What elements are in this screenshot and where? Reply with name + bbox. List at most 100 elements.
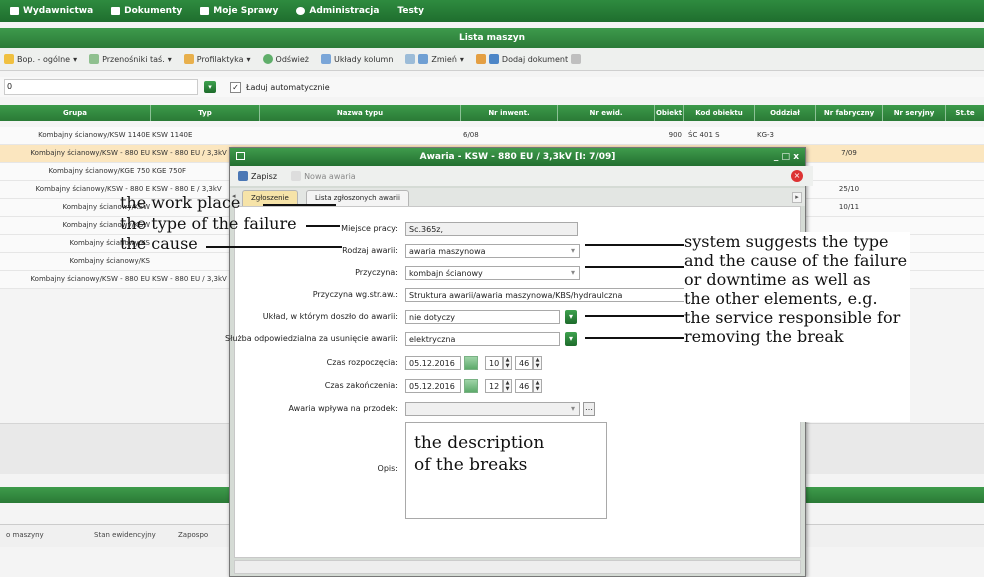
kind-select[interactable]: awaria maszynowa ▾ — [405, 244, 580, 258]
col-nr-inwent[interactable]: Nr inwent. — [461, 105, 558, 121]
refresh-icon — [262, 54, 273, 64]
table-row[interactable]: Kombajny ścianowy/KSW 1140E KSW 1140E 6/08… — [0, 127, 984, 145]
cause-label: Przyczyna: — [355, 268, 398, 277]
filter-row: 0 ▾ ✓ Ładuj automatycznie — [0, 77, 984, 97]
edit-icon — [405, 54, 416, 64]
table-cell-oddzial: KG-3 — [757, 131, 774, 139]
filter-go-button[interactable]: ▾ — [204, 81, 216, 93]
table-cell-grupa: Kombajny ścianowy/KS — [69, 257, 150, 265]
chevron-down-icon: ▾ — [570, 404, 575, 413]
tab-o-maszyny[interactable]: o maszyny — [6, 531, 44, 539]
link-icon — [418, 54, 429, 64]
menu-dokumenty[interactable]: Dokumenty — [111, 6, 182, 16]
save-button[interactable]: Zapisz — [238, 171, 277, 181]
filter-input[interactable]: 0 — [4, 79, 198, 95]
auto-load-checkbox[interactable]: ✓ — [230, 81, 241, 93]
cause-select[interactable]: kombajn ścianowy ▾ — [405, 266, 580, 280]
place-field[interactable]: Sc.365z, — [405, 222, 578, 236]
window-controls[interactable]: _ □ x — [774, 148, 799, 166]
menu-moje-sprawy[interactable]: Moje Sprawy — [200, 6, 278, 16]
col-typ[interactable]: Typ — [151, 105, 260, 121]
save-icon — [238, 171, 248, 181]
columns-icon — [320, 54, 331, 64]
menu-administracja[interactable]: Administracja — [296, 6, 379, 16]
end-minute-spinner[interactable]: ▲ ▼ — [533, 379, 542, 393]
service-field[interactable]: elektryczna — [405, 332, 560, 346]
document-icon — [488, 54, 499, 64]
toolbar-odswiez[interactable]: Odśwież — [262, 54, 309, 64]
chevron-down-icon: ▾ — [570, 246, 575, 255]
col-nr-ewid[interactable]: Nr ewid. — [558, 105, 655, 121]
close-icon[interactable]: × — [791, 170, 803, 182]
menu-wydawnictwa[interactable]: Wydawnictwa — [10, 6, 93, 16]
main-toolbar: Bop. - ogólne ▾ Przenośniki taś. ▾ Profila… — [0, 48, 984, 71]
service-label: Służba odpowiedzialna za usunięcie awari… — [225, 334, 398, 343]
table-cell-inwent: 6/08 — [463, 131, 479, 139]
end-date-field[interactable]: 05.12.2016 — [405, 379, 461, 393]
printer-icon[interactable] — [571, 54, 582, 64]
calendar-icon[interactable] — [464, 356, 478, 370]
toolbar-dodaj-dokument[interactable]: Dodaj dokument — [475, 54, 582, 64]
col-st[interactable]: St.te — [946, 105, 984, 121]
annotation-system-suggests: system suggests the type and the cause o… — [684, 232, 910, 422]
toolbar-uklady-kolumn[interactable]: Układy kolumn — [320, 54, 393, 64]
kind-label: Rodzaj awarii: — [342, 246, 398, 255]
description-label: Opis: — [377, 464, 398, 473]
col-nr-fabryczny[interactable]: Nr fabryczny — [816, 105, 883, 121]
dialog-title: Awaria - KSW - 880 EU / 3,3kV [I: 7/09] — [419, 152, 616, 162]
col-kod-obiektu[interactable]: Kod obiektu — [684, 105, 755, 121]
col-obiekt[interactable]: Obiekt — [655, 105, 684, 121]
system-field[interactable]: nie dotyczy — [405, 310, 560, 324]
annotation-failure-type: the type of the failure — [120, 214, 297, 233]
system-picker-button[interactable]: ▾ — [565, 310, 577, 324]
table-cell-grupa: Kombajny ścianowy/KSW 1140E — [38, 131, 150, 139]
place-label: Miejsce pracy: — [341, 224, 398, 233]
tabs-scroll-right-icon[interactable]: ▸ — [792, 192, 802, 203]
annotation-line-cause — [206, 246, 342, 248]
wrench-icon — [475, 54, 486, 64]
chevron-down-icon: ▾ — [459, 54, 464, 64]
menu-testy[interactable]: Testy — [397, 6, 424, 16]
affects-select[interactable]: ▾ — [405, 402, 580, 416]
table-cell-obiekt: 900 — [668, 131, 682, 139]
annotation-description: the description of the breaks — [414, 433, 545, 475]
start-time-label: Czas rozpoczęcia: — [326, 358, 398, 367]
tab-stan-ewidencyjny[interactable]: Stan ewidencyjny — [94, 531, 156, 539]
start-minute-spinner[interactable]: ▲ ▼ — [533, 356, 542, 370]
window-title: Lista maszyn — [0, 28, 984, 48]
service-picker-button[interactable]: ▾ — [565, 332, 577, 346]
dialog-titlebar[interactable]: Awaria - KSW - 880 EU / 3,3kV [I: 7/09] … — [230, 148, 805, 166]
list-icon — [200, 7, 210, 15]
affects-more-button[interactable]: … — [583, 402, 595, 416]
col-nazwa-typu[interactable]: Nazwa typu — [260, 105, 461, 121]
cause-structure-field[interactable]: Struktura awarii/awaria maszynowa/KBS/hy… — [405, 288, 685, 302]
toolbar-zmien[interactable]: Zmień ▾ — [405, 54, 464, 64]
chevron-down-icon: ▾ — [73, 54, 78, 64]
col-nr-seryjny[interactable]: Nr seryjny — [883, 105, 946, 121]
toolbar-bop-ogolne[interactable]: Bop. - ogólne ▾ — [4, 54, 77, 64]
gear-icon — [296, 7, 306, 15]
toolbar-przenosniki[interactable]: Przenośniki taś. ▾ — [89, 54, 172, 64]
annotation-line-system — [585, 315, 685, 317]
start-hour-spinner[interactable]: ▲ ▼ — [503, 356, 512, 370]
start-date-field[interactable]: 05.12.2016 — [405, 356, 461, 370]
end-hour-field[interactable]: 12 — [485, 379, 503, 393]
tab-zapospo[interactable]: Zapospo — [178, 531, 208, 539]
table-cell-fabr: 25/10 — [838, 185, 860, 193]
table-cell-grupa: Kombajny ścianowy/KSW - 880 EU — [30, 149, 150, 157]
calendar-icon[interactable] — [464, 379, 478, 393]
col-grupa[interactable]: Grupa — [0, 105, 151, 121]
start-minute-field[interactable]: 46 — [515, 356, 533, 370]
end-minute-field[interactable]: 46 — [515, 379, 533, 393]
new-failure-button[interactable]: Nowa awaria — [291, 171, 356, 181]
annotation-work-place: the work place — [120, 193, 241, 212]
annotation-line-kind — [585, 244, 685, 246]
chevron-down-icon: ▾ — [246, 54, 251, 64]
col-oddzial[interactable]: Oddział — [755, 105, 816, 121]
toolbar-profilaktyka[interactable]: Profilaktyka ▾ — [183, 54, 251, 64]
end-hour-spinner[interactable]: ▲ ▼ — [503, 379, 512, 393]
table-cell-grupa: Kombajny ścianowy/KGE 750 — [48, 167, 150, 175]
affects-label: Awaria wpływa na przodek: — [288, 404, 398, 413]
table-cell-fabr: 10/11 — [838, 203, 860, 211]
start-hour-field[interactable]: 10 — [485, 356, 503, 370]
